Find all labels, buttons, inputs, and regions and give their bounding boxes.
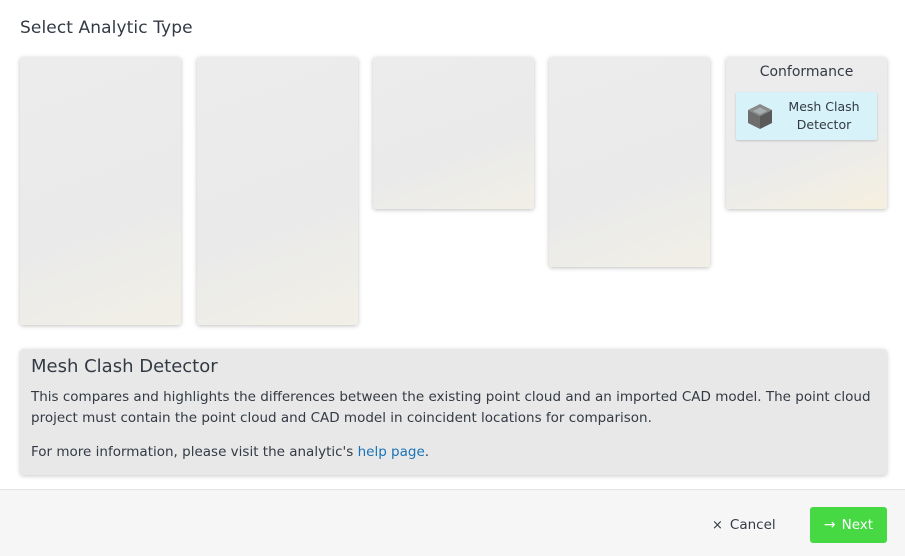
- info-description: This compares and highlights the differe…: [31, 389, 871, 426]
- info-more-suffix: .: [424, 444, 430, 460]
- close-icon: ×: [712, 517, 723, 533]
- analytic-option-mesh-clash-detector[interactable]: Mesh Clash Detector: [736, 92, 877, 140]
- analytic-info-panel: Mesh Clash Detector This compares and hi…: [20, 349, 887, 475]
- category-title: Conformance: [759, 64, 854, 80]
- info-title: Mesh Clash Detector: [31, 356, 218, 377]
- category-card-conformance: Conformance Mesh Clash Detector: [726, 57, 887, 209]
- info-more-prefix: For more information, please visit the a…: [31, 444, 358, 460]
- category-card-4: [549, 57, 710, 267]
- next-button[interactable]: → Next: [810, 507, 887, 543]
- cancel-button[interactable]: × Cancel: [704, 512, 784, 538]
- category-card-2: [197, 57, 358, 325]
- help-page-link[interactable]: help page: [358, 444, 425, 460]
- info-more: For more information, please visit the a…: [31, 444, 429, 460]
- dialog-title: Select Analytic Type: [20, 18, 193, 38]
- arrow-right-icon: →: [823, 517, 836, 533]
- category-card-3: [373, 57, 534, 209]
- cancel-label: Cancel: [729, 517, 776, 533]
- analytic-option-label: Mesh Clash Detector: [788, 99, 860, 132]
- dialog-footer: × Cancel → Next: [0, 489, 905, 556]
- cube-icon: [748, 104, 772, 129]
- next-label: Next: [841, 517, 874, 533]
- category-card-1: [20, 57, 181, 325]
